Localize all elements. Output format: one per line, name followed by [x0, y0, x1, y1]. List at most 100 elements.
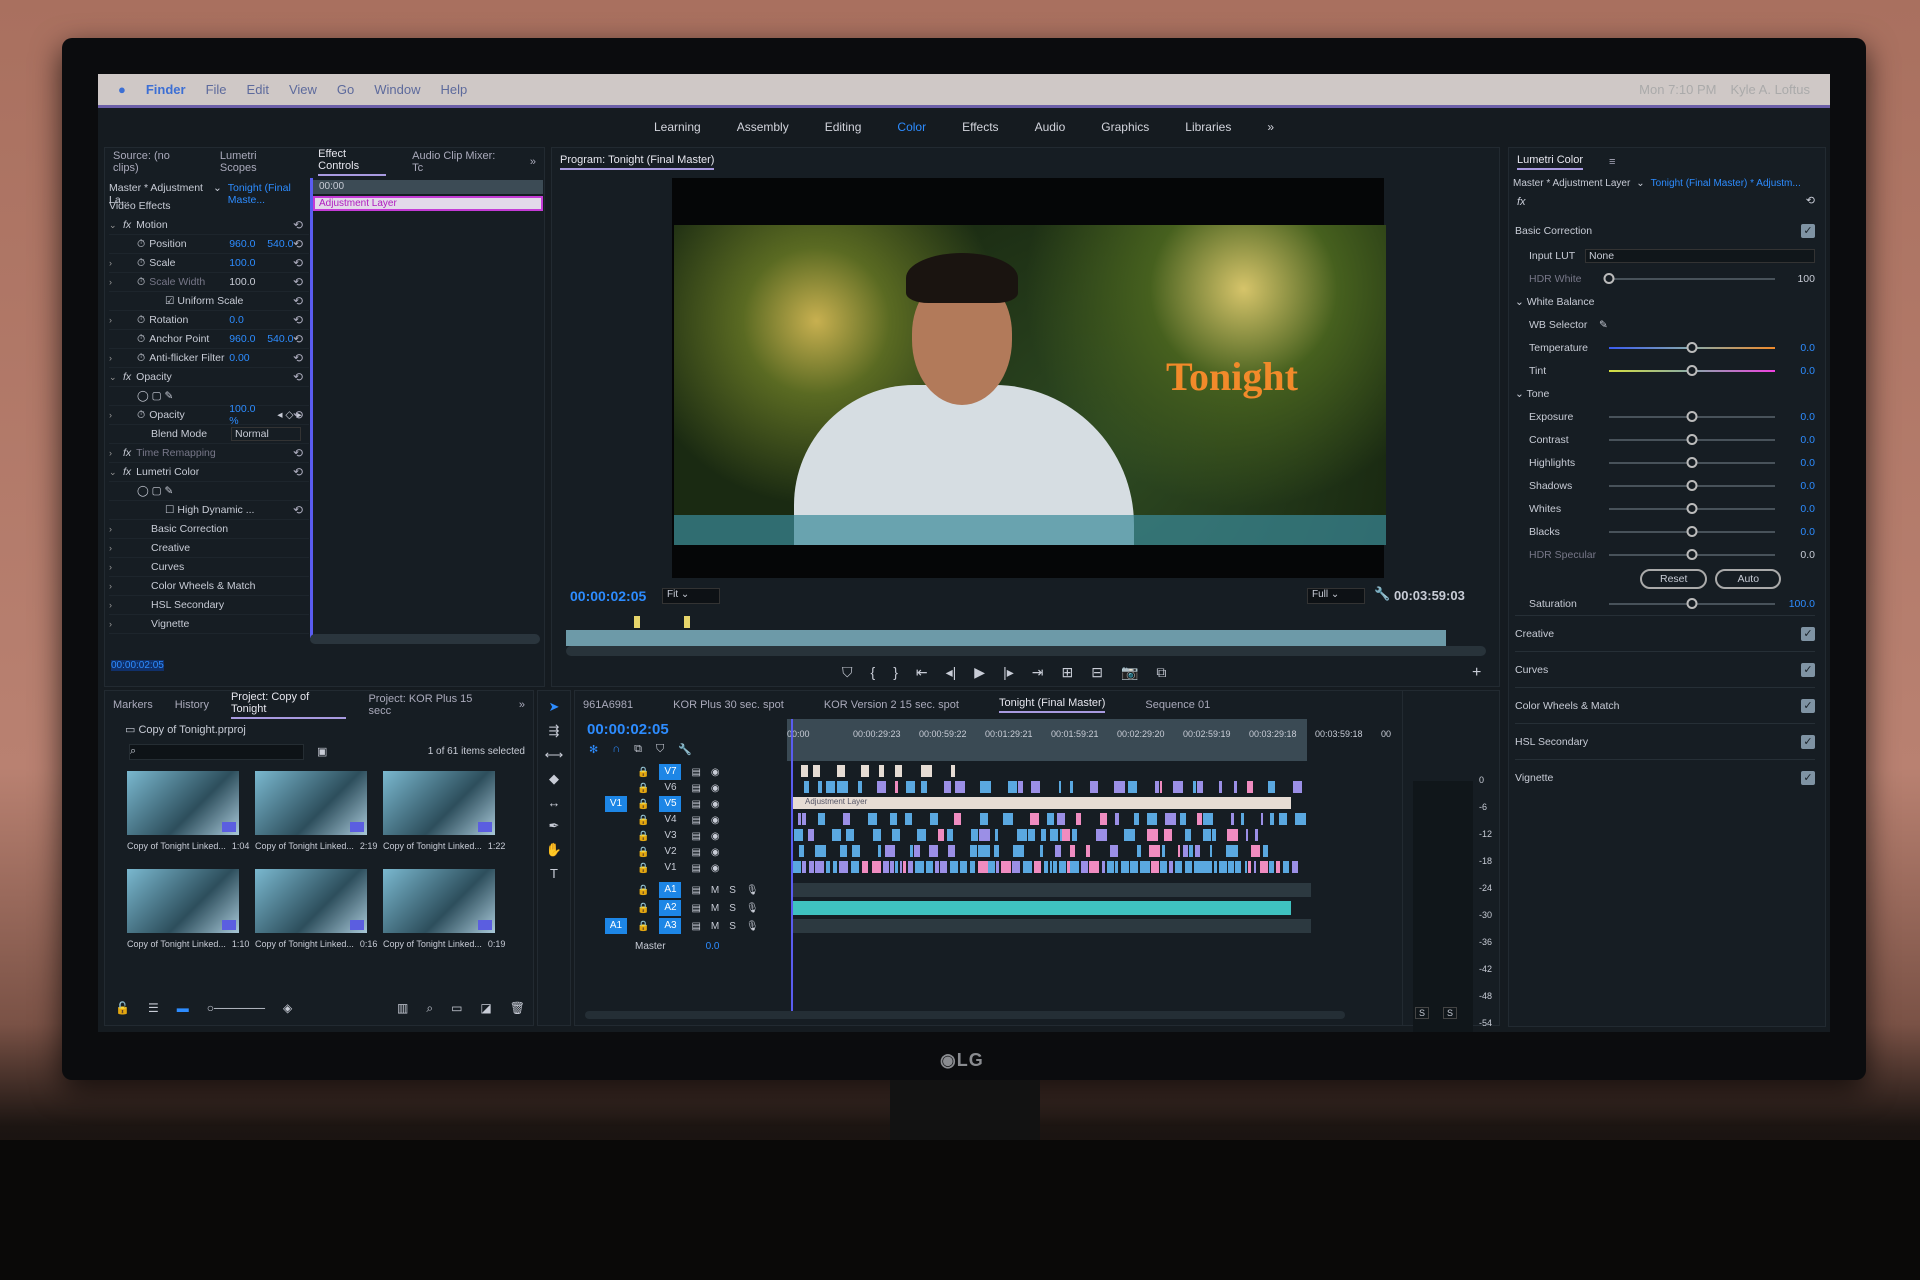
slip-tool-icon[interactable]: ↔: [548, 795, 561, 810]
video-clip[interactable]: [1017, 781, 1024, 793]
video-clip[interactable]: [1196, 813, 1202, 825]
eye-icon[interactable]: ◉: [711, 863, 720, 874]
slider-value[interactable]: 0.0: [1785, 365, 1815, 377]
video-clip[interactable]: [846, 829, 854, 841]
video-clip[interactable]: [1165, 813, 1177, 825]
property-value[interactable]: 100.0: [229, 257, 267, 269]
slider-value[interactable]: 0.0: [1785, 457, 1815, 469]
video-clip[interactable]: [1164, 829, 1173, 841]
video-clip[interactable]: [798, 813, 801, 825]
eye-icon[interactable]: ◉: [711, 815, 720, 826]
video-clip[interactable]: [1013, 845, 1024, 857]
video-clip[interactable]: [1291, 861, 1298, 873]
property-value[interactable]: 960.0: [229, 333, 267, 345]
video-clip[interactable]: [1294, 813, 1307, 825]
slider-value[interactable]: 0.0: [1785, 342, 1815, 354]
video-clip[interactable]: [946, 829, 953, 841]
mute-button[interactable]: M: [711, 903, 719, 914]
workspace-effects[interactable]: Effects: [962, 120, 998, 134]
lock-icon[interactable]: 🔒: [637, 767, 649, 778]
video-clip[interactable]: [1081, 861, 1089, 873]
source-patch[interactable]: V1: [605, 796, 627, 812]
video-clip[interactable]: [1049, 829, 1058, 841]
video-clip[interactable]: [802, 813, 807, 825]
video-clip[interactable]: [825, 861, 831, 873]
source-patch[interactable]: [605, 764, 627, 780]
sync-icon[interactable]: ▤: [691, 885, 700, 896]
video-clip[interactable]: [804, 781, 810, 793]
video-clip[interactable]: [799, 845, 805, 857]
video-clip[interactable]: [1075, 861, 1080, 873]
track-label[interactable]: A3: [659, 918, 682, 934]
ripple-edit-icon[interactable]: ⟷: [545, 747, 564, 763]
video-clip[interactable]: [915, 861, 925, 873]
video-clip[interactable]: [1140, 861, 1150, 873]
video-clip[interactable]: [1228, 861, 1234, 873]
workspace-»[interactable]: »: [1267, 120, 1274, 134]
video-clip[interactable]: [944, 781, 951, 793]
reset-icon[interactable]: ⟲: [293, 465, 303, 479]
video-clip[interactable]: [793, 861, 802, 873]
find-icon[interactable]: ⌕: [426, 1001, 433, 1016]
video-clip[interactable]: [867, 813, 877, 825]
video-clip[interactable]: [951, 765, 956, 777]
adjustment-layer-clip[interactable]: Adjustment Layer: [313, 196, 543, 211]
tone-heading[interactable]: ⌄ Tone: [1515, 388, 1549, 400]
video-clip[interactable]: [1179, 813, 1187, 825]
reset-button[interactable]: Reset: [1640, 569, 1708, 589]
slider-value[interactable]: 0.0: [1785, 503, 1815, 515]
effect-property-row[interactable]: › fx Time Remapping ⟲: [109, 444, 309, 463]
effect-property-row[interactable]: › ⏱ Scale 100.0 ⟲: [109, 254, 309, 273]
eye-icon[interactable]: ◉: [711, 847, 720, 858]
video-clip[interactable]: [913, 845, 920, 857]
slider-track[interactable]: [1609, 525, 1775, 537]
video-clip[interactable]: [955, 781, 965, 793]
slider-knob[interactable]: [1686, 548, 1698, 560]
video-clip[interactable]: [1226, 845, 1238, 857]
video-clip[interactable]: [1114, 781, 1125, 793]
video-clip[interactable]: [860, 765, 870, 777]
lumetri-section[interactable]: HSL Secondary: [1515, 736, 1588, 748]
slider-track[interactable]: [1609, 456, 1775, 468]
menu-file[interactable]: File: [206, 82, 227, 97]
video-clip[interactable]: [1282, 861, 1289, 873]
lumetri-section[interactable]: Color Wheels & Match: [1515, 700, 1619, 712]
menu-help[interactable]: Help: [441, 82, 468, 97]
video-clip[interactable]: [1193, 781, 1196, 793]
expand-chevron-icon[interactable]: ⌄: [109, 467, 123, 478]
video-clip[interactable]: [873, 829, 882, 841]
new-bin-icon[interactable]: ▭: [451, 1001, 462, 1016]
lock-icon[interactable]: 🔒: [637, 815, 649, 826]
track-label[interactable]: A1: [659, 882, 682, 898]
property-value[interactable]: 100.0: [229, 276, 267, 288]
lock-icon[interactable]: 🔓: [115, 1001, 130, 1016]
reset-icon[interactable]: ⟲: [293, 275, 303, 289]
workspace-editing[interactable]: Editing: [825, 120, 862, 134]
expand-chevron-icon[interactable]: ›: [109, 353, 123, 363]
menubar-status-item[interactable]: Mon 7:10 PM: [1639, 82, 1716, 97]
linked-selection-icon[interactable]: ⧉: [634, 743, 642, 756]
transport-button[interactable]: ⇥: [1032, 664, 1044, 681]
transport-button[interactable]: 📷: [1121, 664, 1138, 681]
lock-icon[interactable]: 🔒: [637, 799, 649, 810]
video-clip[interactable]: [1123, 829, 1136, 841]
video-clip[interactable]: [1002, 813, 1013, 825]
video-clip[interactable]: [1185, 829, 1191, 841]
sync-icon[interactable]: ▤: [691, 815, 700, 826]
video-clip[interactable]: [1245, 829, 1249, 841]
slider-knob[interactable]: [1686, 525, 1698, 537]
stopwatch-icon[interactable]: ⏱: [137, 257, 145, 270]
slider-knob[interactable]: [1686, 597, 1698, 609]
effect-property-row[interactable]: › Vignette: [109, 615, 309, 634]
effect-property-row[interactable]: › ⏱ Anti-flicker Filter 0.00 ⟲: [109, 349, 309, 368]
reset-icon[interactable]: ⟲: [293, 408, 303, 422]
transport-button[interactable]: ⇤: [916, 664, 928, 681]
tab[interactable]: 961A6981: [583, 699, 633, 711]
reset-icon[interactable]: ⟲: [293, 218, 303, 232]
video-clip[interactable]: [950, 861, 958, 873]
video-clip[interactable]: [1203, 861, 1213, 873]
mute-button[interactable]: M: [711, 885, 719, 896]
slider-knob[interactable]: [1686, 364, 1698, 376]
reset-icon[interactable]: ⟲: [293, 446, 303, 460]
effect-property-row[interactable]: ⏱ Anchor Point 960.0 540.0 ⟲: [109, 330, 309, 349]
